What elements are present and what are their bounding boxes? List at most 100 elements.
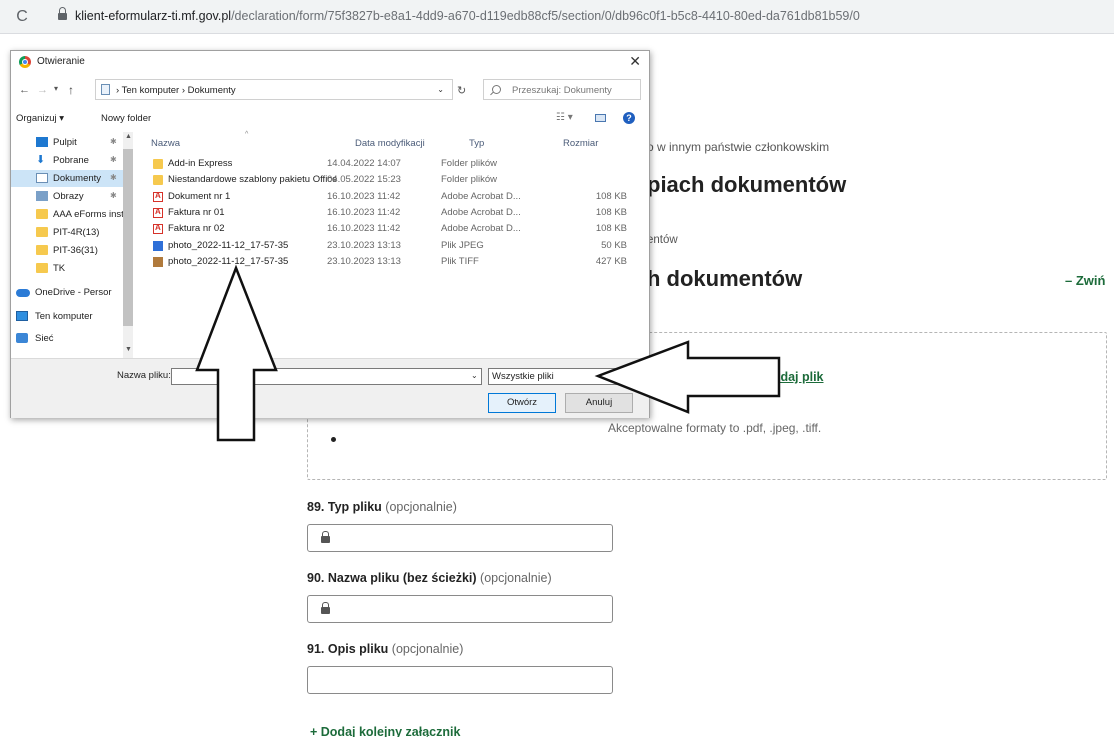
forward-arrow-icon[interactable]: → — [37, 84, 48, 96]
column-header-type[interactable]: Typ — [469, 138, 484, 149]
field-optional: (opcjonalnie) — [480, 571, 552, 585]
nav-item-pobrane[interactable]: Pobrane ✱ — [11, 152, 123, 169]
open-button[interactable]: Otwórz — [488, 393, 556, 413]
nav-item-obrazy[interactable]: Obrazy ✱ — [11, 188, 123, 205]
onedrive-icon — [16, 289, 30, 297]
reload-button[interactable]: C — [12, 7, 32, 27]
address-path-field[interactable]: › Ten komputer › Dokumenty ⌄ — [95, 79, 453, 100]
pdf-icon — [153, 223, 163, 234]
cancel-button[interactable]: Anuluj — [565, 393, 633, 413]
file-name: Add-in Express — [168, 158, 233, 169]
file-type: Folder plików — [441, 158, 497, 169]
file-size: 108 KB — [595, 207, 627, 218]
computer-icon — [16, 311, 28, 321]
preview-pane-icon[interactable] — [595, 114, 606, 122]
section-heading: piach dokumentów — [647, 172, 847, 197]
recent-locations-chevron-icon[interactable]: ▾ — [54, 84, 58, 93]
scroll-up-icon[interactable]: ▲ — [125, 133, 132, 140]
scroll-down-icon[interactable]: ▼ — [125, 346, 132, 353]
column-header-name[interactable]: Nazwa — [151, 138, 180, 149]
nav-item-label: Obrazy — [53, 191, 84, 202]
file-row[interactable]: photo_2022-11-12_17-57-35 23.10.2023 13:… — [149, 256, 629, 268]
help-icon[interactable]: ? — [623, 112, 635, 124]
file-date: 04.05.2022 15:23 — [327, 174, 401, 185]
pdf-icon — [153, 191, 163, 202]
field-name: Typ pliku — [327, 500, 382, 514]
file-row[interactable]: photo_2022-11-12_17-57-35 23.10.2023 13:… — [149, 240, 629, 252]
nav-item-pulpit[interactable]: Pulpit ✱ — [11, 134, 123, 151]
add-file-link[interactable]: + Dodaj plik — [753, 370, 824, 384]
close-icon[interactable]: ✕ — [629, 53, 641, 70]
folder-icon — [153, 175, 163, 185]
file-row[interactable]: Dokument nr 1 16.10.2023 11:42 Adobe Acr… — [149, 191, 629, 203]
nav-item-tk[interactable]: TK — [11, 260, 123, 277]
file-description-input[interactable] — [307, 666, 613, 694]
field-name: Nazwa pliku (bez ścieżki) — [327, 571, 477, 585]
file-type: Plik TIFF — [441, 256, 479, 267]
jpeg-icon — [153, 241, 163, 251]
field-number: 91. — [307, 642, 325, 656]
view-options-icon[interactable]: ☷ ▾ — [556, 112, 573, 123]
file-type-select[interactable]: Wszystkie pliki — [488, 368, 640, 385]
file-type: Folder plików — [441, 174, 497, 185]
nav-item-pit-36[interactable]: PIT-36(31) — [11, 242, 123, 259]
pin-icon: ✱ — [110, 137, 117, 146]
url-domain: klient-eformularz-ti.mf.gov.pl — [75, 9, 232, 23]
network-icon — [16, 333, 28, 343]
file-type: Adobe Acrobat D... — [441, 191, 521, 202]
file-row[interactable]: Add-in Express 14.04.2022 14:07 Folder p… — [149, 158, 629, 170]
pdf-icon — [153, 207, 163, 218]
add-next-attachment-link[interactable]: + Dodaj kolejny załącznik — [310, 725, 460, 737]
folder-icon — [36, 209, 48, 219]
nav-item-onedrive[interactable]: OneDrive - Persor — [11, 284, 123, 301]
dialog-titlebar[interactable]: Otwieranie ✕ — [11, 51, 649, 73]
folder-icon — [36, 263, 48, 273]
nav-item-label: Ten komputer — [35, 311, 93, 322]
url-field[interactable]: klient-eformularz-ti.mf.gov.pl/declarati… — [75, 9, 860, 23]
file-name-input[interactable] — [307, 595, 613, 623]
documents-icon — [36, 173, 48, 183]
nav-scrollbar-thumb[interactable] — [123, 149, 133, 326]
field-label-file-type: 89. Typ pliku (opcjonalnie) — [307, 500, 457, 514]
nav-item-dokumenty[interactable]: Dokumenty ✱ — [11, 170, 123, 187]
file-row[interactable]: Faktura nr 02 16.10.2023 11:42 Adobe Acr… — [149, 223, 629, 235]
nav-item-label: Sieć — [35, 333, 54, 344]
nav-item-siec[interactable]: Sieć — [11, 330, 123, 347]
search-icon — [492, 85, 501, 94]
nav-item-pit-4r[interactable]: PIT-4R(13) — [11, 224, 123, 241]
column-header-size[interactable]: Rozmiar — [563, 138, 598, 149]
field-label-file-description: 91. Opis pliku (opcjonalnie) — [307, 642, 463, 656]
refresh-icon[interactable]: ↻ — [457, 84, 466, 97]
file-type-input[interactable] — [307, 524, 613, 552]
file-open-dialog: Otwieranie ✕ ← → ▾ ↑ › Ten komputer › Do… — [10, 50, 650, 418]
up-arrow-icon[interactable]: ↑ — [68, 83, 74, 97]
nav-item-aaa-eforms[interactable]: AAA eForms inst — [11, 206, 124, 223]
organize-menu[interactable]: Organizuj ▾ — [16, 113, 64, 124]
sort-caret-icon: ^ — [245, 131, 249, 138]
file-row[interactable]: Faktura nr 01 16.10.2023 11:42 Adobe Acr… — [149, 207, 629, 219]
search-input[interactable]: Przeszukaj: Dokumenty — [483, 79, 641, 100]
download-icon — [36, 153, 48, 166]
nav-item-label: AAA eForms inst — [53, 209, 124, 220]
nav-item-ten-komputer[interactable]: Ten komputer — [11, 308, 123, 325]
field-label-file-name: 90. Nazwa pliku (bez ścieżki) (opcjonaln… — [307, 571, 552, 585]
chevron-down-icon[interactable]: ⌄ — [437, 85, 444, 94]
pin-icon: ✱ — [110, 191, 117, 200]
nav-item-label: PIT-36(31) — [53, 245, 98, 256]
desktop-icon — [36, 137, 48, 147]
file-name-input[interactable] — [171, 368, 482, 385]
file-size: 108 KB — [595, 191, 627, 202]
file-name: photo_2022-11-12_17-57-35 — [168, 240, 289, 251]
back-arrow-icon[interactable]: ← — [19, 84, 30, 96]
field-number: 90. — [307, 571, 325, 585]
file-type: Adobe Acrobat D... — [441, 223, 521, 234]
field-optional: (opcjonalnie) — [385, 500, 457, 514]
new-folder-button[interactable]: Nowy folder — [101, 113, 151, 124]
lock-icon[interactable] — [58, 7, 67, 22]
add-file-label: Dodaj plik — [763, 370, 824, 384]
collapse-link[interactable]: – Zwiń — [1065, 273, 1105, 288]
chrome-icon — [19, 56, 31, 68]
column-header-date[interactable]: Data modyfikacji — [355, 138, 425, 149]
nav-item-label: Pobrane — [53, 155, 89, 166]
file-row[interactable]: Niestandardowe szablony pakietu Office 0… — [149, 174, 629, 186]
